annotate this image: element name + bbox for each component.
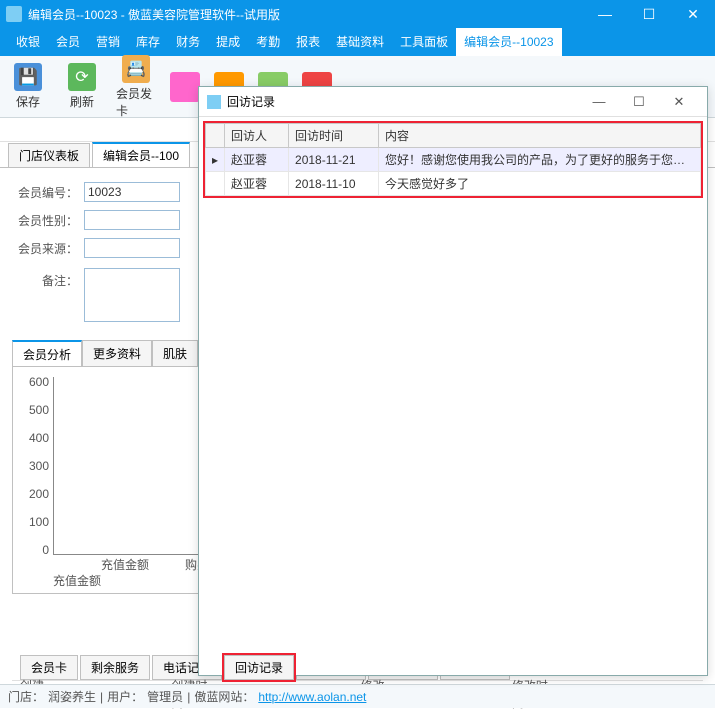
- followup-table-highlight: 回访人 回访时间 内容 ▸ 赵亚蓉 2018-11-21 您好！感谢您使用我公司…: [203, 121, 703, 198]
- popup-titlebar: 回访记录 — ☐ ✕: [199, 87, 707, 117]
- menu-basic[interactable]: 基础资料: [328, 28, 392, 56]
- menu-bar: 收银 会员 营销 库存 财务 提成 考勤 报表 基础资料 工具面板 编辑会员--…: [0, 28, 715, 56]
- tab-dashboard[interactable]: 门店仪表板: [8, 143, 90, 167]
- menu-tools[interactable]: 工具面板: [392, 28, 456, 56]
- btab-followup[interactable]: 回访记录: [224, 655, 294, 680]
- save-icon: 💾: [14, 63, 42, 91]
- popup-title: 回访记录: [227, 93, 275, 110]
- menu-stock[interactable]: 库存: [128, 28, 168, 56]
- popup-icon: [207, 95, 221, 109]
- member-id-label: 会员编号：: [12, 184, 78, 201]
- col-content[interactable]: 内容: [379, 124, 701, 148]
- menu-member[interactable]: 会员: [48, 28, 88, 56]
- col-person[interactable]: 回访人: [225, 124, 289, 148]
- source-input[interactable]: [84, 238, 180, 258]
- popup-minimize[interactable]: —: [579, 94, 619, 109]
- menu-active-tab[interactable]: 编辑会员--10023: [456, 28, 561, 56]
- member-id-input[interactable]: [84, 182, 180, 202]
- title-bar: 编辑会员--10023 - 傲蓝美容院管理软件--试用版 — ☐ ✕: [0, 0, 715, 28]
- table-row[interactable]: ▸ 赵亚蓉 2018-11-21 您好！感谢您使用我公司的产品，为了更好的服务于…: [206, 148, 701, 172]
- menu-report[interactable]: 报表: [288, 28, 328, 56]
- tab-edit-member[interactable]: 编辑会员--100: [92, 142, 190, 167]
- menu-finance[interactable]: 财务: [168, 28, 208, 56]
- followup-popup: 回访记录 — ☐ ✕ 回访人 回访时间 内容 ▸ 赵亚蓉 2018-11-21: [198, 86, 708, 676]
- subtab-skin[interactable]: 肌肤: [152, 340, 198, 367]
- refresh-button[interactable]: ⟳ 刷新: [62, 63, 102, 110]
- col-time[interactable]: 回访时间: [289, 124, 379, 148]
- gender-label: 会员性别：: [12, 212, 78, 229]
- gender-input[interactable]: [84, 210, 180, 230]
- source-label: 会员来源：: [12, 240, 78, 257]
- note-input[interactable]: [84, 268, 180, 322]
- maximize-button[interactable]: ☐: [627, 0, 671, 28]
- refresh-icon: ⟳: [68, 63, 96, 91]
- website-link[interactable]: http://www.aolan.net: [258, 690, 366, 704]
- subtab-more[interactable]: 更多资料: [82, 340, 152, 367]
- popup-maximize[interactable]: ☐: [619, 94, 659, 110]
- subtab-analysis[interactable]: 会员分析: [12, 340, 82, 367]
- save-button[interactable]: 💾 保存: [8, 63, 48, 110]
- table-row[interactable]: 赵亚蓉 2018-11-10 今天感觉好多了: [206, 172, 701, 196]
- minimize-button[interactable]: —: [583, 0, 627, 28]
- app-icon: [6, 6, 22, 22]
- popup-close[interactable]: ✕: [659, 94, 699, 110]
- menu-attendance[interactable]: 考勤: [248, 28, 288, 56]
- menu-commission[interactable]: 提成: [208, 28, 248, 56]
- tool-extra-1[interactable]: [170, 72, 200, 102]
- btab-remain[interactable]: 剩余服务: [80, 655, 150, 680]
- close-button[interactable]: ✕: [671, 0, 715, 28]
- menu-marketing[interactable]: 营销: [88, 28, 128, 56]
- followup-table: 回访人 回访时间 内容 ▸ 赵亚蓉 2018-11-21 您好！感谢您使用我公司…: [205, 123, 701, 196]
- window-title: 编辑会员--10023 - 傲蓝美容院管理软件--试用版: [28, 6, 280, 23]
- issue-card-button[interactable]: 📇 会员发卡: [116, 55, 156, 119]
- status-bar: 门店： 润姿养生 | 用户： 管理员 | 傲蓝网站： http://www.ao…: [0, 684, 715, 708]
- menu-cashier[interactable]: 收银: [8, 28, 48, 56]
- note-label: 备注：: [12, 268, 78, 289]
- card-icon: 📇: [122, 55, 150, 83]
